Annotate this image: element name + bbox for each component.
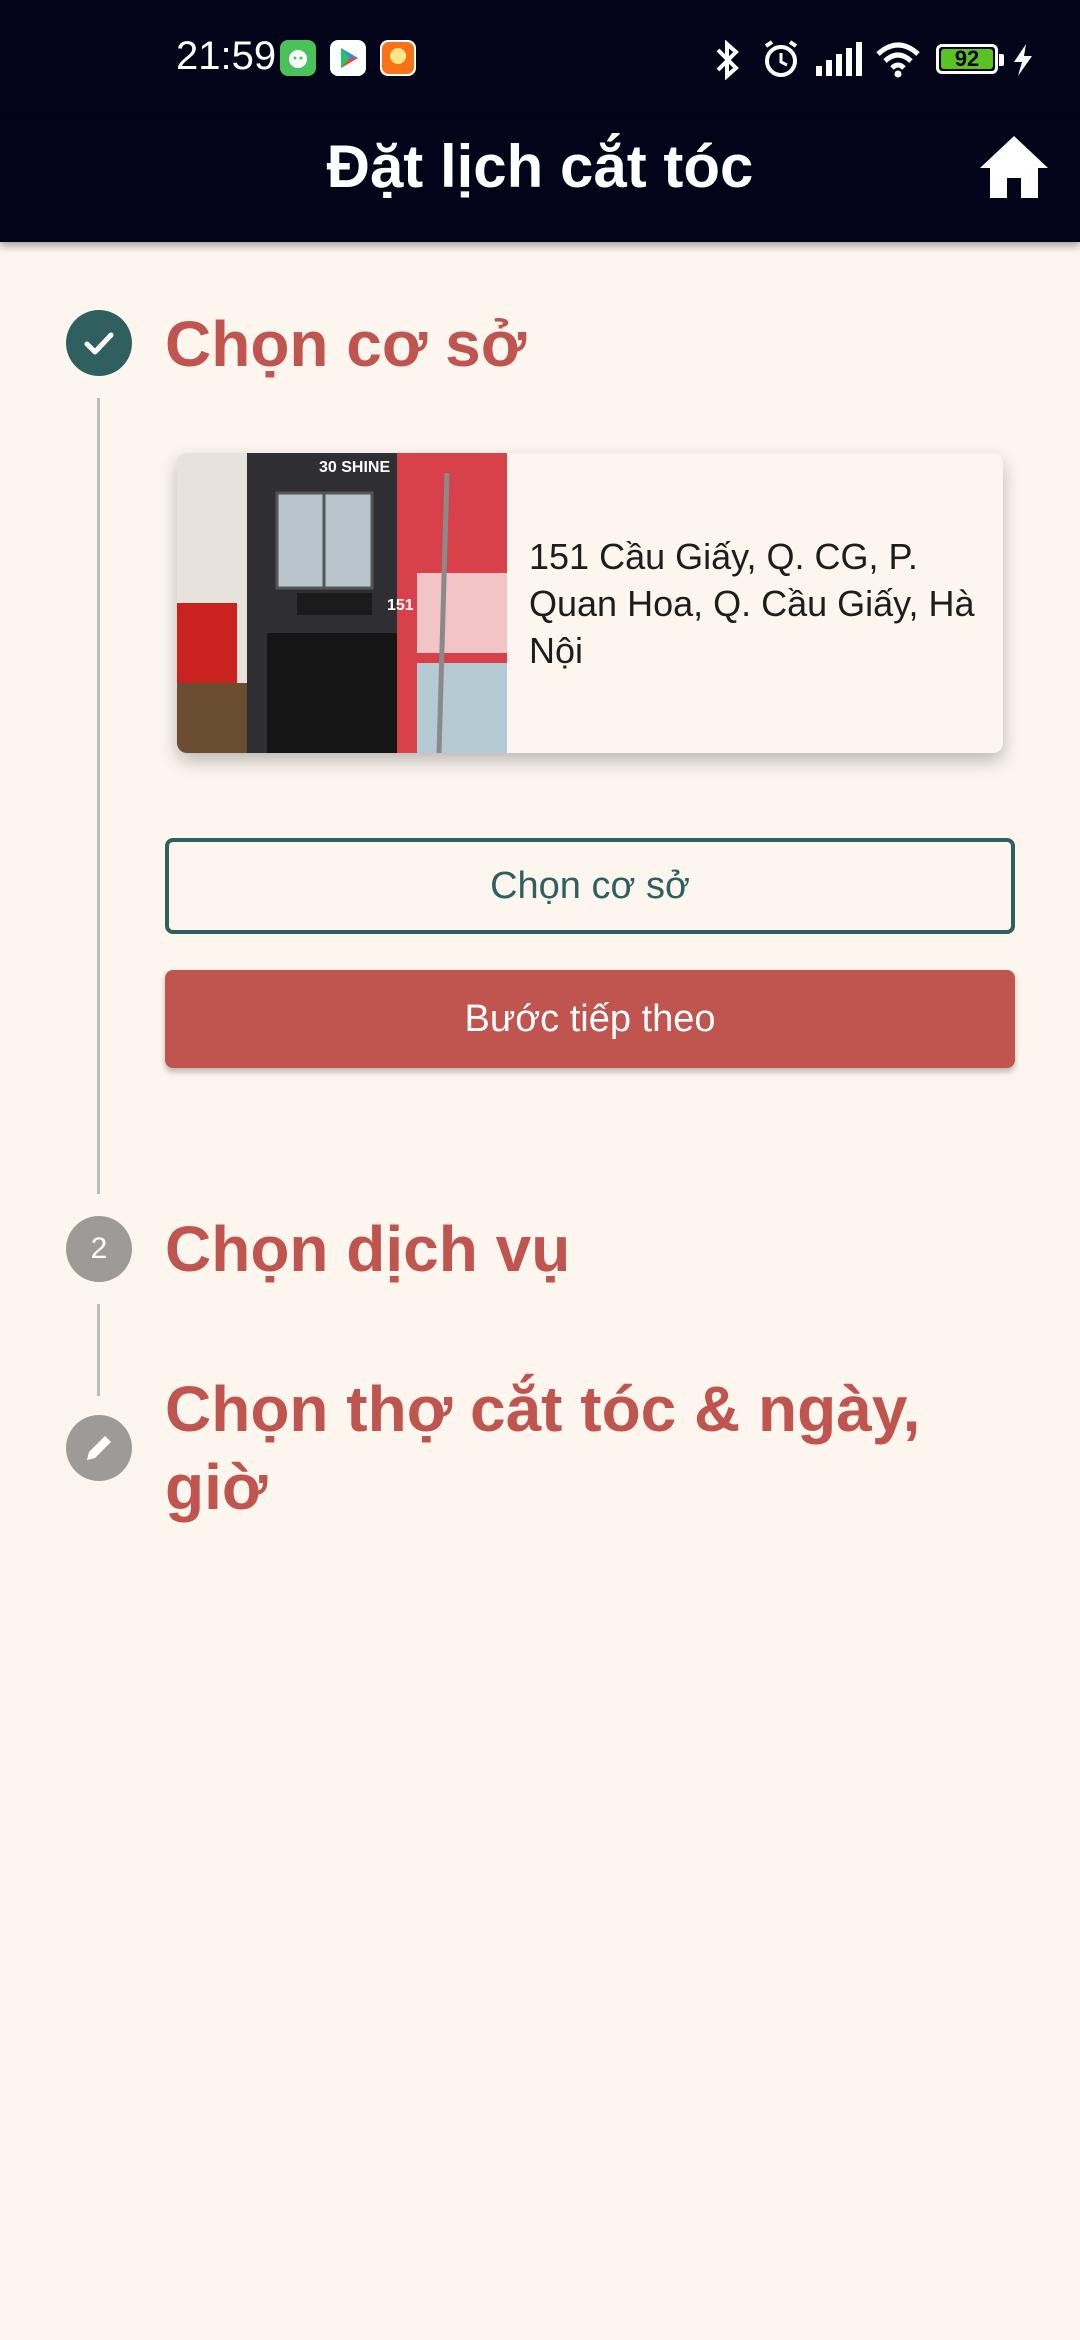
select-branch-button[interactable]: Chọn cơ sở [165, 838, 1015, 934]
step-3-title[interactable]: Chọn thợ cắt tóc & ngày, giờ [165, 1370, 1025, 1526]
check-icon [84, 332, 114, 355]
wifi-icon [876, 42, 920, 78]
alarm-icon [764, 40, 798, 77]
status-bar: 21:59 92 [0, 0, 1080, 120]
battery-icon: 92 [936, 44, 998, 74]
branch-sign-text: 30 SHINE [319, 459, 391, 476]
battery-level: 92 [954, 46, 980, 71]
home-icon [980, 136, 1048, 198]
step-connector-2 [97, 1304, 100, 1396]
charging-icon [1014, 44, 1032, 76]
branch-card[interactable]: 30 SHINE 151 151 Cầu Giấy, Q. CG, P. Qua… [177, 453, 1003, 753]
step-connector-1 [97, 398, 100, 1194]
next-step-button[interactable]: Bước tiếp theo [165, 970, 1015, 1068]
app-notification-icon-2 [380, 40, 416, 76]
home-button[interactable] [976, 128, 1052, 204]
branch-photo: 30 SHINE 151 [177, 453, 507, 753]
page-title: Đặt lịch cắt tóc [326, 133, 754, 200]
step-2-indicator: 2 [66, 1216, 132, 1282]
app-notification-icon [280, 40, 316, 76]
step-3-indicator [66, 1415, 132, 1481]
branch-address: 151 Cầu Giấy, Q. CG, P. Quan Hoa, Q. Cầu… [529, 536, 975, 671]
step-2-number: 2 [90, 1232, 108, 1265]
step-1-title[interactable]: Chọn cơ sở [165, 305, 1025, 383]
pencil-icon [87, 1436, 111, 1460]
signal-icon [816, 42, 862, 76]
bluetooth-icon [716, 40, 739, 80]
play-store-icon [330, 40, 366, 76]
status-time: 21:59 [176, 34, 277, 78]
step-1-completed-indicator [66, 310, 132, 376]
branch-sign-number: 151 [387, 597, 414, 614]
step-2-title[interactable]: Chọn dịch vụ [165, 1210, 1025, 1288]
